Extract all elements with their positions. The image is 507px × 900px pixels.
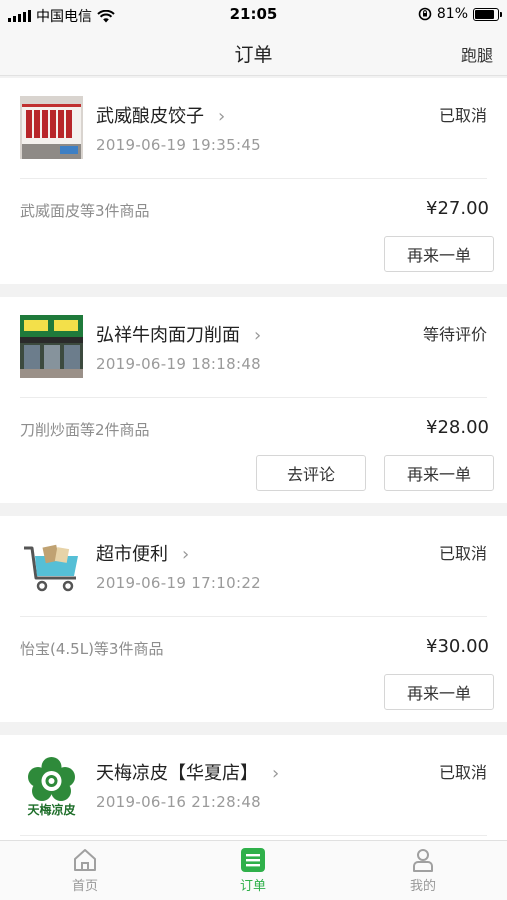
rotation-lock-icon xyxy=(418,7,432,21)
shop-name-link[interactable]: 超市便利 › xyxy=(96,540,189,566)
order-card[interactable]: 超市便利 › 2019-06-19 17:10:22 已取消 怡宝(4.5L)等3… xyxy=(0,516,507,722)
tab-label: 我的 xyxy=(409,879,436,894)
shop-name: 超市便利 xyxy=(96,544,168,565)
reorder-button[interactable]: 再来一单 xyxy=(384,674,494,710)
order-items-summary: 刀削炒面等2件商品 xyxy=(20,421,150,439)
order-time: 2019-06-19 18:18:48 xyxy=(96,355,262,373)
tab-label: 订单 xyxy=(239,879,266,894)
orders-icon xyxy=(241,848,265,872)
order-price: ¥27.00 xyxy=(426,198,489,219)
order-items-summary: 怡宝(4.5L)等3件商品 xyxy=(20,640,164,658)
battery-percent: 81% xyxy=(436,6,468,22)
chevron-right-icon: › xyxy=(182,544,190,565)
shop-name-link[interactable]: 弘祥牛肉面刀削面 › xyxy=(96,321,261,347)
errand-link[interactable]: 跑腿 xyxy=(461,42,493,66)
order-status: 已取消 xyxy=(438,544,487,563)
order-time: 2019-06-19 17:10:22 xyxy=(96,574,262,592)
order-status: 已取消 xyxy=(438,763,487,782)
order-status: 等待评价 xyxy=(422,325,487,344)
chevron-right-icon: › xyxy=(254,325,262,346)
shop-thumbnail: 天梅凉皮 xyxy=(20,753,83,816)
tab-label: 首页 xyxy=(71,879,98,894)
tab-home[interactable]: 首页 xyxy=(45,847,125,894)
shop-name-link[interactable]: 天梅凉皮【华夏店】 › xyxy=(96,759,279,785)
shop-thumbnail xyxy=(20,96,83,159)
order-items-summary: 武威面皮等3件商品 xyxy=(20,202,150,220)
tab-bar: 首页 订单 我的 xyxy=(0,840,507,900)
logo-text: 天梅凉皮 xyxy=(27,803,76,816)
reorder-button[interactable]: 再来一单 xyxy=(384,455,494,491)
divider xyxy=(20,616,487,617)
order-card[interactable]: 武威酿皮饺子 › 2019-06-19 19:35:45 已取消 武威面皮等3件商… xyxy=(0,78,507,284)
order-time: 2019-06-19 19:35:45 xyxy=(96,136,262,154)
shop-thumbnail xyxy=(20,315,83,378)
shop-name: 弘祥牛肉面刀削面 xyxy=(96,325,240,346)
shop-thumbnail xyxy=(20,534,83,597)
nav-bar: 订单 跑腿 xyxy=(0,30,507,76)
order-card[interactable]: 弘祥牛肉面刀削面 › 2019-06-19 18:18:48 等待评价 刀削炒面等… xyxy=(0,297,507,503)
profile-icon xyxy=(413,849,433,872)
order-price: ¥30.00 xyxy=(426,636,489,657)
order-price: ¥28.00 xyxy=(426,417,489,438)
status-bar: 中国电信 21:05 81% xyxy=(0,0,507,30)
page-title: 订单 xyxy=(234,44,273,66)
chevron-right-icon: › xyxy=(218,106,226,127)
tab-profile[interactable]: 我的 xyxy=(383,847,463,894)
shop-name-link[interactable]: 武威酿皮饺子 › xyxy=(96,102,225,128)
review-button[interactable]: 去评论 xyxy=(256,455,366,491)
divider xyxy=(20,178,487,179)
shop-name: 天梅凉皮【华夏店】 xyxy=(96,763,258,784)
divider xyxy=(20,835,487,836)
reorder-button[interactable]: 再来一单 xyxy=(384,236,494,272)
divider xyxy=(20,397,487,398)
order-card[interactable]: 天梅凉皮 天梅凉皮【华夏店】 › 2019-06-16 21:28:48 已取消 xyxy=(0,735,507,845)
battery-icon xyxy=(473,7,502,21)
chevron-right-icon: › xyxy=(272,763,280,784)
order-time: 2019-06-16 21:28:48 xyxy=(96,793,262,811)
home-icon xyxy=(74,849,96,871)
status-right: 81% xyxy=(418,6,502,22)
order-status: 已取消 xyxy=(438,106,487,125)
tab-orders[interactable]: 订单 xyxy=(213,847,293,894)
shop-name: 武威酿皮饺子 xyxy=(96,106,204,127)
shopping-cart-icon xyxy=(20,534,83,597)
